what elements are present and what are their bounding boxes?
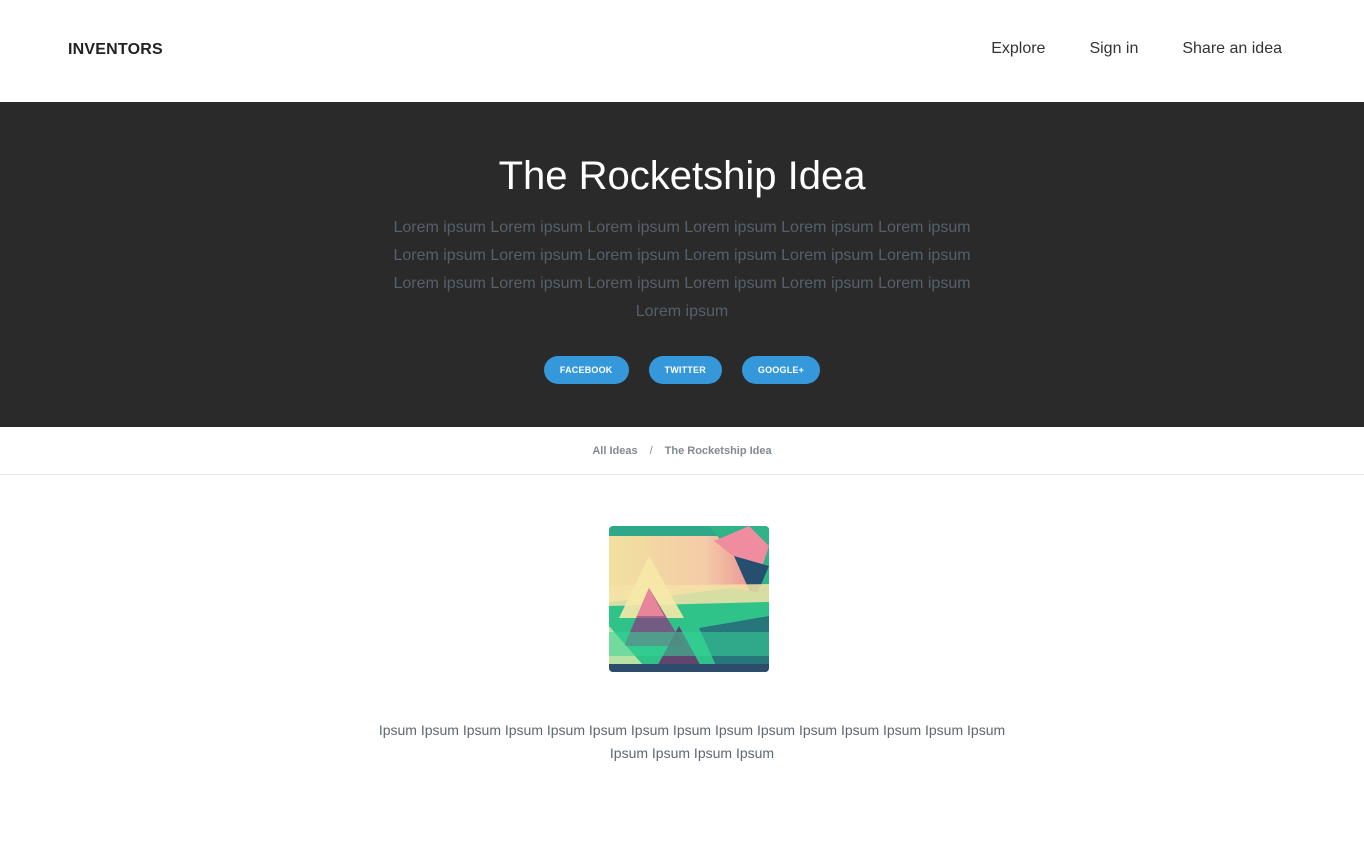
facebook-share-button[interactable]: FACEBOOK [543, 356, 629, 384]
idea-image [609, 526, 769, 672]
idea-title: The Rocketship Idea [498, 154, 866, 198]
share-buttons: FACEBOOK TWITTER GOOGLE+ [0, 356, 1364, 384]
hero-banner: The Rocketship Idea Lorem ipsum Lorem ip… [0, 102, 1364, 427]
twitter-share-button[interactable]: TWITTER [648, 356, 722, 384]
geometric-artwork-image [609, 526, 769, 672]
nav-sign-in-link[interactable]: Sign in [1089, 40, 1138, 58]
top-navigation: INVENTORS Explore Sign in Share an idea [0, 0, 1364, 102]
breadcrumb-separator: / [649, 444, 653, 457]
brand-logo[interactable]: INVENTORS [68, 41, 163, 59]
breadcrumb-all-ideas-link[interactable]: All Ideas [592, 445, 637, 457]
nav-share-idea-link[interactable]: Share an idea [1182, 40, 1282, 58]
google-plus-share-button[interactable]: GOOGLE+ [741, 356, 821, 384]
idea-description: Lorem ipsum Lorem ipsum Lorem ipsum Lore… [393, 219, 971, 320]
breadcrumb-current-idea-link[interactable]: The Rocketship Idea [665, 445, 772, 457]
breadcrumb: All Ideas / The Rocketship Idea [0, 427, 1364, 475]
idea-body-text: Ipsum Ipsum Ipsum Ipsum Ipsum Ipsum Ipsu… [378, 722, 1006, 761]
nav-explore-link[interactable]: Explore [991, 40, 1045, 58]
main-nav: Explore Sign in Share an idea [991, 40, 1282, 58]
